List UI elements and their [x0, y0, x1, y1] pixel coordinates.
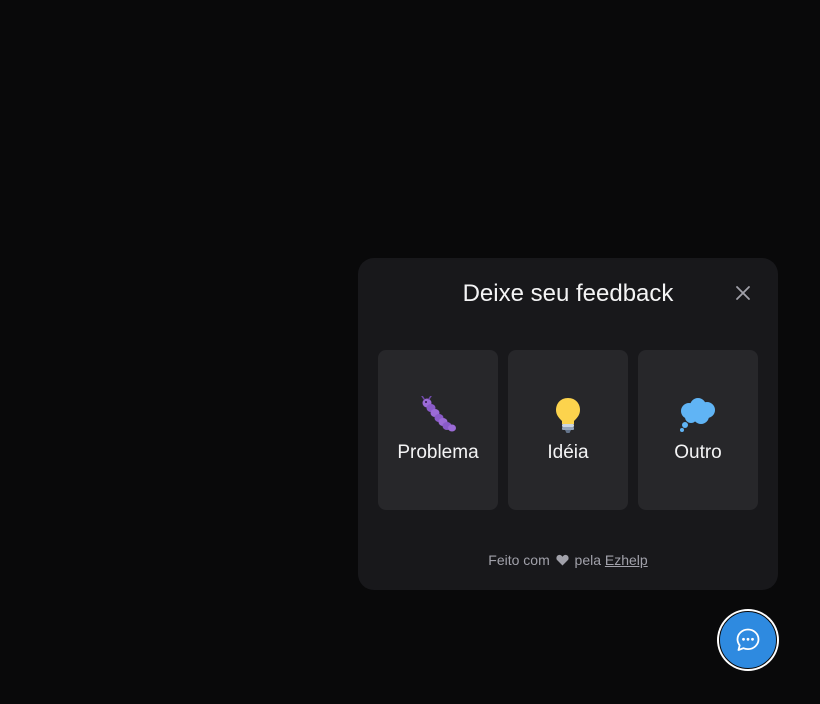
feedback-type-label: Outro [674, 442, 722, 463]
ezhelp-link[interactable]: Ezhelp [605, 552, 648, 568]
close-button[interactable] [730, 280, 756, 306]
lightbulb-icon [548, 395, 588, 435]
feedback-type-label: Problema [397, 442, 479, 463]
footer-middle: pela [574, 552, 601, 568]
page: Deixe seu feedback Problema Idéia Outro … [0, 0, 820, 704]
feedback-type-problema[interactable]: Problema [378, 350, 498, 510]
feedback-type-label: Idéia [547, 442, 589, 463]
widget-title: Deixe seu feedback [462, 280, 674, 307]
caterpillar-bug-icon [418, 395, 458, 435]
feedback-launcher-button[interactable] [717, 609, 779, 671]
heart-icon [556, 551, 569, 571]
close-icon [736, 286, 750, 300]
feedback-widget: Deixe seu feedback Problema Idéia Outro … [358, 258, 778, 590]
launcher-inner [719, 611, 777, 669]
footer-prefix: Feito com [488, 552, 550, 568]
feedback-type-outro[interactable]: Outro [638, 350, 758, 510]
feedback-type-ideia[interactable]: Idéia [508, 350, 628, 510]
thought-balloon-icon [678, 395, 718, 435]
chat-bubble-icon [736, 628, 760, 651]
feedback-type-list: Problema Idéia Outro [378, 350, 758, 510]
footer: Feito com pela Ezhelp [358, 550, 778, 571]
